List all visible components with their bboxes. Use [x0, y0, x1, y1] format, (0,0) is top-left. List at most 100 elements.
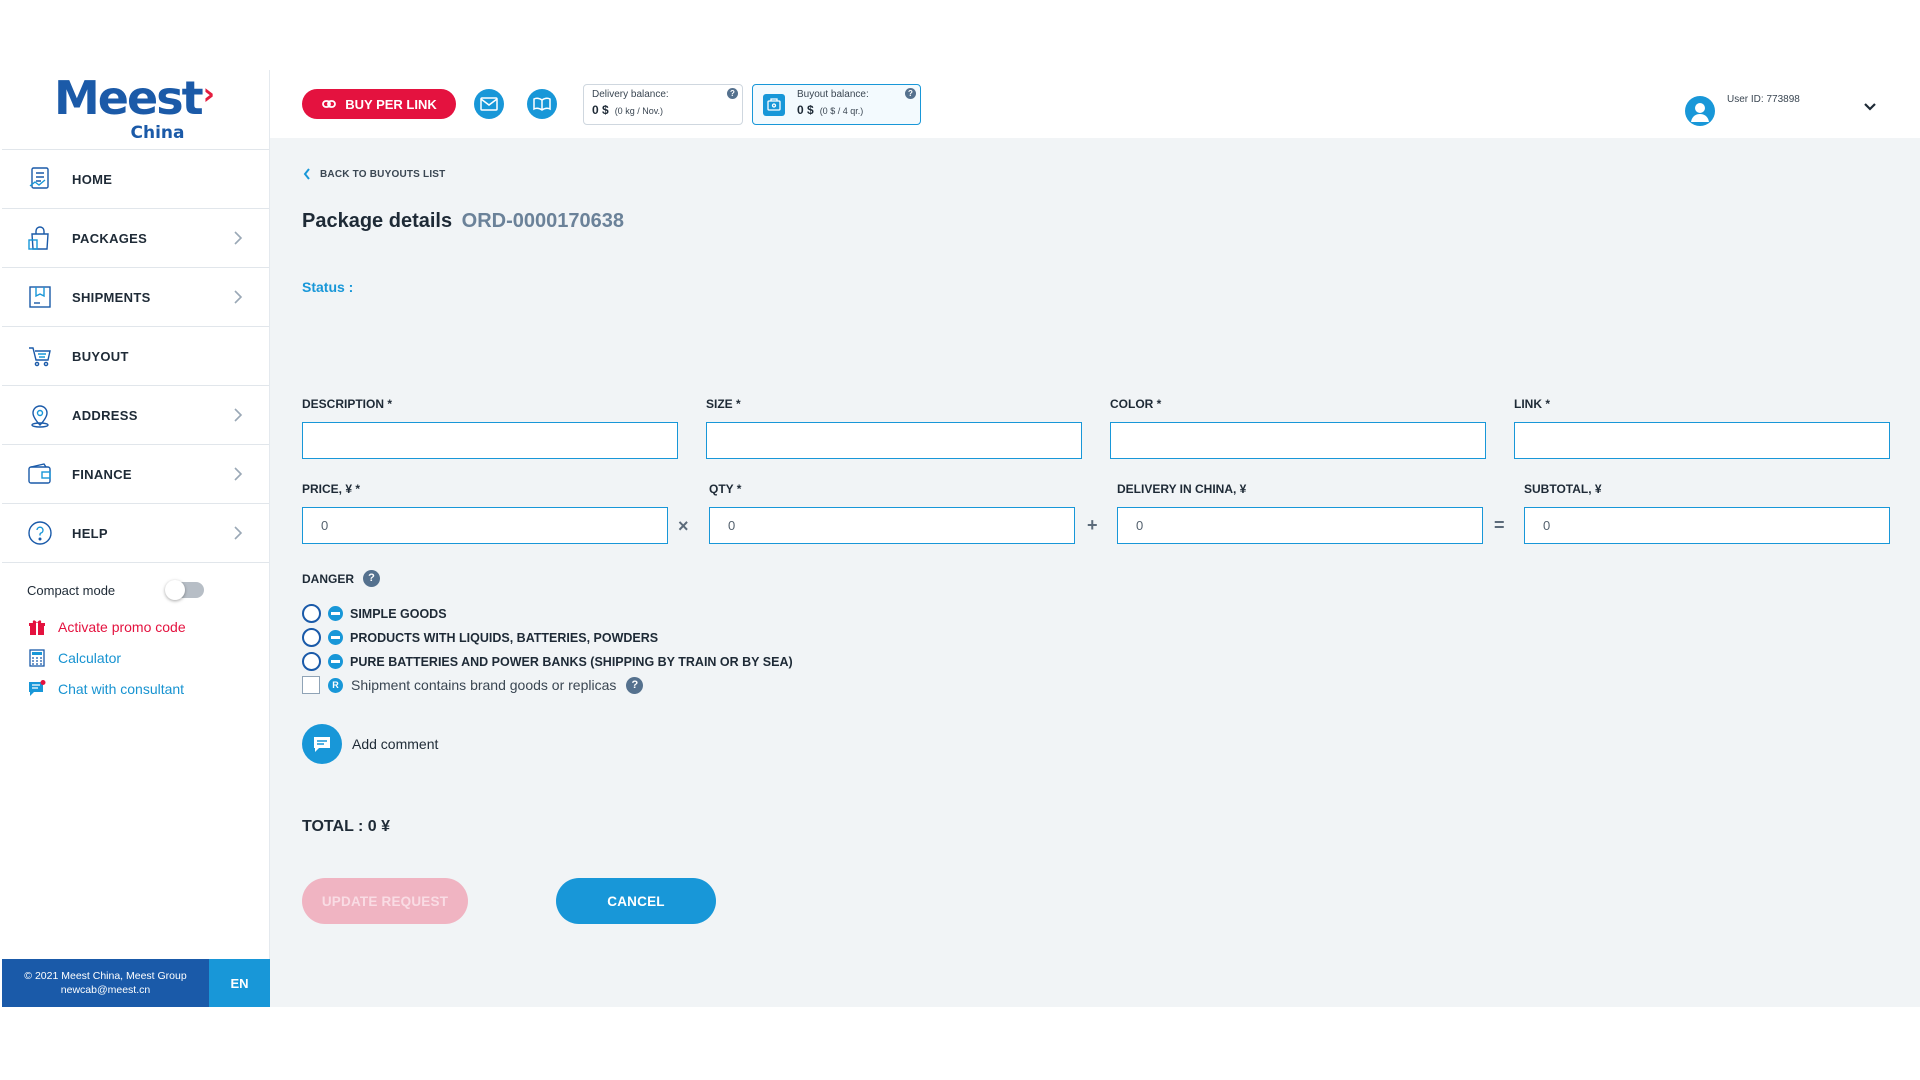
activate-promo-label: Activate promo code — [58, 618, 186, 635]
radio-liquids[interactable] — [302, 628, 321, 647]
delivery-balance-value: 0 $ — [592, 103, 609, 117]
logo-wordmark: Meest› — [54, 75, 215, 127]
page-title: Package details ORD-0000170638 — [302, 210, 624, 233]
sidebar-item-home[interactable]: HOME — [2, 150, 269, 209]
sidebar-item-label: PACKAGES — [72, 230, 148, 246]
chat-consultant-label: Chat with consultant — [58, 680, 185, 697]
wallet-icon — [26, 460, 54, 488]
minus-circle-icon — [328, 630, 343, 645]
total-amount: TOTAL : 0 ¥ — [302, 818, 391, 835]
radio-simple-goods[interactable] — [302, 604, 321, 623]
guide-button[interactable] — [527, 89, 557, 119]
price-input[interactable]: 0 — [302, 507, 668, 544]
mail-button[interactable] — [474, 89, 504, 119]
status-label: Status : — [302, 279, 354, 295]
calculator-label: Calculator — [58, 649, 122, 666]
multiply-sign: × — [678, 516, 689, 536]
brand-goods-checkbox[interactable] — [302, 676, 320, 694]
footer-email[interactable]: newcab@meest.cn — [2, 983, 209, 997]
chevron-down-icon[interactable] — [1862, 100, 1878, 112]
shopping-bag-icon — [26, 224, 54, 252]
user-avatar-icon — [1685, 96, 1715, 126]
update-request-button[interactable]: UPDATE REQUEST — [302, 878, 468, 924]
order-id: ORD-0000170638 — [461, 210, 624, 232]
buyout-balance-detail: (0 $ / 4 qr.) — [819, 106, 864, 116]
danger-option-batteries[interactable]: PURE BATTERIES AND POWER BANKS (SHIPPING… — [302, 652, 793, 671]
compact-mode-row: Compact mode — [2, 577, 269, 603]
chevron-right-icon — [234, 467, 243, 481]
sidebar-item-label: FINANCE — [72, 466, 132, 482]
link-input[interactable] — [1514, 422, 1890, 459]
sidebar: Meest› China HOME PACKAGES SHIPMENTS BUY… — [2, 70, 270, 1007]
delivery-balance[interactable]: Delivery balance: 0 $ (0 kg / Nov.) ? — [583, 84, 743, 125]
user-menu[interactable]: User ID: 773898 — [1685, 94, 1800, 126]
footer-copyright: © 2021 Meest China, Meest Group newcab@m… — [2, 959, 209, 1007]
language-switch[interactable]: EN — [209, 959, 270, 1007]
link-label: LINK * — [1514, 397, 1550, 411]
activate-promo-link[interactable]: Activate promo code — [2, 611, 269, 642]
calculator-link[interactable]: Calculator — [2, 642, 269, 673]
help-tooltip-icon[interactable]: ? — [626, 676, 644, 694]
brand-goods-label: Shipment contains brand goods or replica… — [351, 677, 617, 693]
subtotal-input[interactable]: 0 — [1524, 507, 1890, 544]
color-input[interactable] — [1110, 422, 1486, 459]
sidebar-item-buyout[interactable]: BUYOUT — [2, 327, 269, 386]
chevron-right-icon — [234, 231, 243, 245]
chat-icon — [27, 679, 47, 699]
price-label: PRICE, ¥ * — [302, 482, 361, 496]
help-tooltip-icon[interactable]: ? — [363, 570, 381, 587]
buy-per-link-button[interactable]: BUY PER LINK — [302, 89, 456, 119]
danger-option-simple[interactable]: SIMPLE GOODS — [302, 604, 447, 623]
sidebar-item-label: SHIPMENTS — [72, 289, 151, 305]
cancel-button[interactable]: CANCEL — [556, 878, 716, 924]
sidebar-item-finance[interactable]: FINANCE — [2, 445, 269, 504]
qty-input[interactable]: 0 — [709, 507, 1075, 544]
sidebar-item-label: ADDRESS — [72, 407, 138, 423]
minus-circle-icon — [328, 606, 343, 621]
size-input[interactable] — [706, 422, 1082, 459]
danger-option-label: PURE BATTERIES AND POWER BANKS (SHIPPING… — [350, 654, 793, 669]
box-icon — [26, 283, 54, 311]
sidebar-item-help[interactable]: HELP — [2, 504, 269, 563]
book-icon — [533, 97, 551, 111]
help-tooltip-icon[interactable]: ? — [727, 88, 738, 99]
danger-option-liquids[interactable]: PRODUCTS WITH LIQUIDS, BATTERIES, POWDER… — [302, 628, 658, 647]
home-document-icon — [26, 165, 54, 193]
sidebar-item-shipments[interactable]: SHIPMENTS — [2, 268, 269, 327]
cart-icon — [26, 342, 54, 370]
chevron-right-icon — [234, 526, 243, 540]
sidebar-item-label: BUYOUT — [72, 348, 129, 364]
back-to-buyouts-link[interactable]: BACK TO BUYOUTS LIST — [302, 168, 445, 180]
delivery-balance-label: Delivery balance: — [592, 89, 669, 100]
gift-icon — [27, 617, 47, 637]
radio-batteries[interactable] — [302, 652, 321, 671]
plus-sign: + — [1087, 515, 1098, 535]
delivery-input[interactable]: 0 — [1117, 507, 1483, 544]
help-tooltip-icon[interactable]: ? — [905, 88, 916, 99]
buyout-balance-value: 0 $ — [797, 103, 814, 117]
danger-label: DANGER — [302, 571, 355, 586]
chevron-left-icon — [303, 168, 310, 180]
size-label: SIZE * — [706, 397, 741, 411]
buyout-balance-label: Buyout balance: — [797, 89, 869, 100]
description-label: DESCRIPTION * — [302, 397, 393, 411]
sidebar-item-label: HELP — [72, 525, 108, 541]
description-input[interactable] — [302, 422, 678, 459]
logo[interactable]: Meest› China — [2, 70, 269, 150]
comment-icon — [302, 724, 342, 764]
brand-goods-row[interactable]: R Shipment contains brand goods or repli… — [302, 676, 644, 694]
color-label: COLOR * — [1110, 397, 1162, 411]
user-id: User ID: 773898 — [1727, 94, 1800, 105]
subtotal-label: SUBTOTAL, ¥ — [1524, 482, 1602, 496]
sidebar-item-address[interactable]: ADDRESS — [2, 386, 269, 445]
add-comment-button[interactable]: Add comment — [302, 724, 438, 764]
help-icon — [26, 519, 54, 547]
sidebar-item-label: HOME — [72, 171, 113, 187]
sidebar-item-packages[interactable]: PACKAGES — [2, 209, 269, 268]
chat-consultant-link[interactable]: Chat with consultant — [2, 673, 269, 704]
danger-label-row: DANGER ? — [302, 570, 381, 587]
compact-mode-toggle[interactable] — [165, 580, 204, 600]
buyout-balance[interactable]: Buyout balance: 0 $ (0 $ / 4 qr.) ? — [752, 84, 921, 125]
topbar: BUY PER LINK Delivery balance: 0 $ (0 kg … — [270, 70, 1920, 138]
equals-sign: = — [1494, 515, 1505, 535]
